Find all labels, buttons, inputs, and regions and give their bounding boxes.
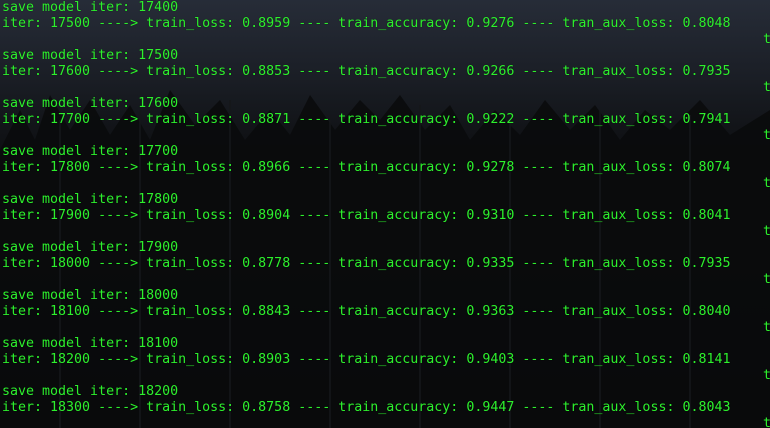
- wrapped-text: t: [763, 416, 770, 428]
- save-model-line: save model iter: 17800: [2, 192, 179, 207]
- iteration-metrics-line: iter: 18000 ----> train_loss: 0.8778 ---…: [2, 256, 731, 271]
- wrapped-text: t: [763, 368, 770, 383]
- wrapped-text: t: [763, 320, 770, 335]
- wrapped-text: t: [763, 272, 770, 287]
- save-model-line: save model iter: 18000: [2, 288, 179, 303]
- wrapped-line-fragment: t: [2, 368, 770, 384]
- wrapped-text: t: [763, 80, 770, 95]
- terminal-window[interactable]: save model iter: 17400 iter: 17500 ----> …: [0, 0, 770, 428]
- wrapped-line-fragment: t: [2, 320, 770, 336]
- iteration-metrics-line: iter: 18100 ----> train_loss: 0.8843 ---…: [2, 304, 731, 319]
- iteration-metrics-line: iter: 18300 ----> train_loss: 0.8758 ---…: [2, 400, 731, 415]
- log-entry: save model iter: 18100 iter: 18200 ----> …: [2, 336, 770, 384]
- log-entry: save model iter: 17900 iter: 18000 ----> …: [2, 240, 770, 288]
- wrapped-text: t: [763, 128, 770, 143]
- iteration-metrics-line: iter: 18200 ----> train_loss: 0.8903 ---…: [2, 352, 731, 367]
- wrapped-text: t: [763, 32, 770, 47]
- terminal-output: save model iter: 17400 iter: 17500 ----> …: [2, 0, 770, 428]
- save-model-line: save model iter: 18100: [2, 336, 179, 351]
- iteration-metrics-line: iter: 17700 ----> train_loss: 0.8871 ---…: [2, 112, 731, 127]
- log-entry: save model iter: 17700 iter: 17800 ----> …: [2, 144, 770, 192]
- wrapped-text: t: [763, 176, 770, 191]
- save-model-line: save model iter: 17900: [2, 240, 179, 255]
- iteration-metrics-line: iter: 17600 ----> train_loss: 0.8853 ---…: [2, 64, 731, 79]
- log-entry: save model iter: 17800 iter: 17900 ----> …: [2, 192, 770, 240]
- wrapped-line-fragment: t: [2, 176, 770, 192]
- wrapped-line-fragment: t: [2, 80, 770, 96]
- wrapped-line-fragment: t: [2, 224, 770, 240]
- iteration-metrics-line: iter: 17500 ----> train_loss: 0.8959 ---…: [2, 16, 731, 31]
- wrapped-line-fragment: t: [2, 416, 770, 428]
- wrapped-line-fragment: t: [2, 32, 770, 48]
- iteration-metrics-line: iter: 17800 ----> train_loss: 0.8966 ---…: [2, 160, 731, 175]
- wrapped-line-fragment: t: [2, 128, 770, 144]
- wrapped-text: t: [763, 224, 770, 239]
- log-entry: save model iter: 18200 iter: 18300 ----> …: [2, 384, 770, 428]
- log-entry: save model iter: 17600 iter: 17700 ----> …: [2, 96, 770, 144]
- save-model-line: save model iter: 18200: [2, 384, 179, 399]
- save-model-line: save model iter: 17400: [2, 0, 179, 15]
- log-entry: save model iter: 18000 iter: 18100 ----> …: [2, 288, 770, 336]
- log-entry: save model iter: 17400 iter: 17500 ----> …: [2, 0, 770, 48]
- wrapped-line-fragment: t: [2, 272, 770, 288]
- log-entry: save model iter: 17500 iter: 17600 ----> …: [2, 48, 770, 96]
- save-model-line: save model iter: 17700: [2, 144, 179, 159]
- iteration-metrics-line: iter: 17900 ----> train_loss: 0.8904 ---…: [2, 208, 731, 223]
- save-model-line: save model iter: 17600: [2, 96, 179, 111]
- save-model-line: save model iter: 17500: [2, 48, 179, 63]
